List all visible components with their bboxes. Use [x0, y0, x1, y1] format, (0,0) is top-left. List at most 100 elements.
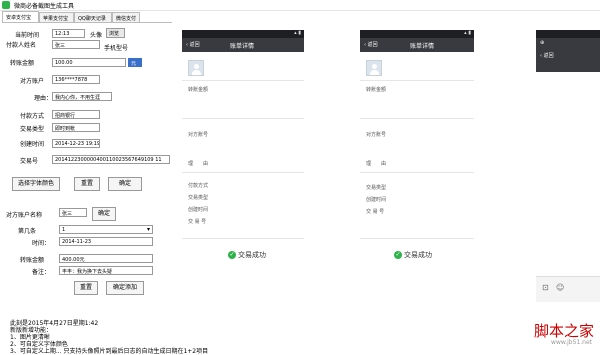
account-name-input[interactable]: 张三	[59, 208, 87, 217]
tx-no-input[interactable]: 2014122300000400110023567649109 11	[52, 155, 170, 164]
nth-select[interactable]: 1	[59, 225, 153, 234]
app-icon	[2, 1, 10, 9]
ok-button[interactable]: 确定	[108, 177, 142, 191]
add-icon[interactable]: ⊕	[540, 40, 544, 46]
divider	[360, 172, 474, 173]
account-row-label: 对方账号	[188, 132, 209, 138]
info-line-2: 新版新增功能：	[10, 327, 53, 334]
keyboard-icon[interactable]: ⊡	[542, 283, 549, 292]
account-input[interactable]: 136****7878	[52, 75, 100, 84]
amount2-label: 转账金额	[20, 257, 45, 264]
check-circle-icon: ✓	[394, 251, 402, 259]
tx-type-row-label: 交易类型	[366, 185, 387, 191]
phone-model-label: 手机型号	[104, 45, 129, 52]
status-text: 交易成功	[238, 251, 266, 259]
amount-row-label: 转账金额	[188, 87, 209, 93]
tx-type-input[interactable]: 即时到帐	[52, 123, 100, 132]
amount-label: 转账金额	[10, 60, 35, 67]
phone-header: ‹ 返回 账单详情	[182, 38, 304, 52]
created-time-input[interactable]: 2014-12-23 19:19	[52, 139, 100, 148]
time-label: 时间：	[32, 240, 51, 247]
phone-preview-3: ⊕ ‹ 返回	[536, 30, 600, 270]
watermark: 脚本之家	[533, 322, 594, 340]
back-button[interactable]: ‹ 返回	[186, 41, 200, 48]
avatar-label: 头像	[90, 32, 103, 39]
divider	[182, 172, 304, 173]
info-line-4: 2、可自定义字体颜色	[10, 341, 68, 348]
phone-preview-2: ▴ ▮ ‹ 返回 账单详情 转账金额 对方账号 理 由 交易类型 创建时间 交 …	[360, 30, 474, 270]
pay-method-input[interactable]: 招商银行	[52, 110, 100, 119]
divider	[360, 238, 474, 239]
divider	[182, 238, 304, 239]
amount2-input[interactable]: 400.00元	[59, 254, 153, 263]
back-button[interactable]: ‹ 返回	[364, 41, 378, 48]
reset-button[interactable]: 重置	[74, 177, 100, 191]
tx-no-row-label: 交 易 号	[188, 219, 207, 225]
reason-input[interactable]: 我内心你，不用生涯	[52, 92, 112, 101]
font-color-button[interactable]: 选择字体颜色	[12, 177, 60, 191]
pay-method-label: 付款方式	[20, 113, 45, 120]
divider	[182, 80, 304, 81]
avatar	[366, 60, 382, 76]
avatar-browse-button[interactable]: 浏览	[106, 28, 125, 38]
created-row-label: 创建时间	[188, 207, 209, 213]
amount-input[interactable]: 100.00	[52, 58, 126, 67]
status-icons: ▴ ▮	[464, 30, 471, 36]
tx-no-label: 交易号	[20, 158, 39, 165]
pay-method-row-label: 付款方式	[188, 183, 209, 189]
back-button[interactable]: ‹ 返回	[540, 52, 554, 59]
amount-unit-select[interactable]: 元	[128, 58, 142, 67]
info-line-3: 1、图片更清晰	[10, 334, 50, 341]
status-bar: ▴ ▮	[182, 30, 304, 38]
chat-input-bar: ⊡ ☺	[536, 276, 600, 302]
phone-title: 账单详情	[230, 43, 255, 50]
phone-preview-1: ▴ ▮ ‹ 返回 账单详情 转账金额 对方账号 理 由 付款方式 交易类型 创建…	[182, 30, 304, 270]
avatar	[188, 60, 204, 76]
back-label: 返回	[189, 42, 200, 48]
status-icons: ▴ ▮	[294, 30, 301, 36]
account-name-ok-button[interactable]: 确定	[92, 207, 116, 221]
phone-header: ‹ 返回 账单详情	[360, 38, 474, 52]
status-success: ✓ 交易成功	[228, 250, 266, 260]
tx-no-row-label: 交 易 号	[366, 209, 385, 215]
form-panel: 当前时间 12:13 头像 浏览 付款人姓名 张三 手机型号 转账金额 100.…	[2, 22, 172, 353]
tx-type-row-label: 交易类型	[188, 195, 209, 201]
note-label: 备注：	[32, 269, 51, 276]
account-row-label: 对方账号	[366, 132, 387, 138]
tx-type-label: 交易类型	[20, 126, 45, 133]
info-line-1: 此刻是2015年4月27日星期1:42	[10, 320, 99, 327]
chevron-down-icon[interactable]: ▾	[147, 226, 150, 233]
account-name-label: 对方账户名称	[6, 212, 43, 219]
current-time-input[interactable]: 12:13	[52, 29, 85, 38]
payer-input[interactable]: 张三	[52, 40, 100, 49]
divider	[360, 80, 474, 81]
emoji-icon[interactable]: ☺	[556, 283, 564, 292]
payer-label: 付款人姓名	[6, 42, 37, 49]
status-success: ✓ 交易成功	[394, 250, 432, 260]
phone-header: ⊕ ‹ 返回	[536, 38, 600, 72]
note-input[interactable]: 丰丰：我为换下去头疑	[59, 266, 153, 275]
divider	[182, 118, 304, 119]
current-time-label: 当前时间	[15, 32, 40, 39]
window-title: 微商必备截图生成工具	[14, 3, 75, 10]
reason-row-label: 理 由	[366, 161, 387, 167]
info-text: 此刻是2015年4月27日星期1:42 新版新增功能： 1、图片更清晰 2、可自…	[10, 320, 208, 355]
reason-label: 理由：	[34, 95, 53, 102]
amount-row-label: 转账金额	[366, 87, 387, 93]
status-bar	[536, 30, 600, 38]
reset2-button[interactable]: 重置	[74, 281, 98, 295]
title-bar: 微商必备截图生成工具	[0, 0, 600, 11]
back-label: 返回	[543, 53, 554, 59]
info-line-5: 3、可自定义上期... 只支持头像照片到最后日志的自动生成日期在1+2项目	[10, 348, 209, 355]
phone-title: 账单详情	[410, 43, 435, 50]
back-label: 返回	[367, 42, 378, 48]
created-row-label: 创建时间	[366, 197, 387, 203]
reason-row-label: 理 由	[188, 161, 209, 167]
account-label: 对方账户	[20, 78, 45, 85]
check-circle-icon: ✓	[228, 251, 236, 259]
status-text: 交易成功	[404, 251, 432, 259]
time-input[interactable]: 2014-11-23	[59, 237, 153, 246]
created-time-label: 创建时间	[20, 141, 45, 148]
watermark-url: www.jb51.net	[551, 339, 592, 346]
add-button[interactable]: 确定添加	[106, 281, 144, 295]
